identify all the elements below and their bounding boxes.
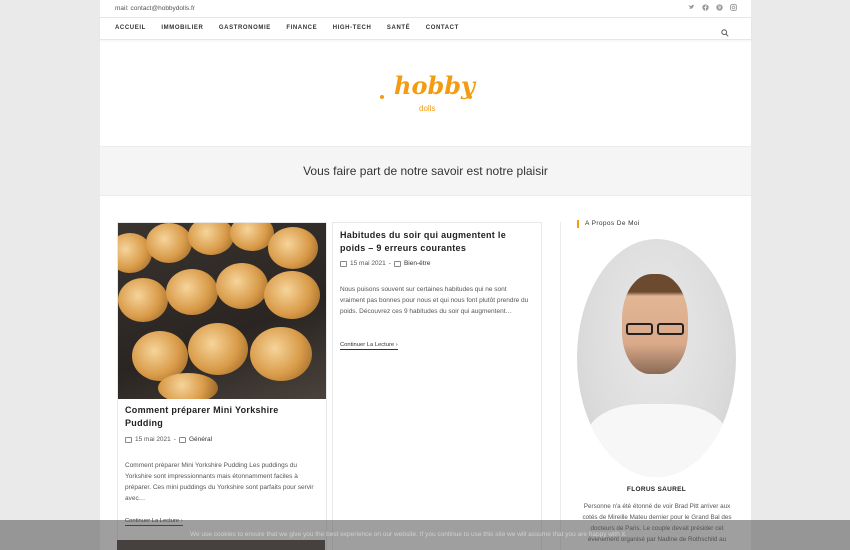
tagline-band: Vous faire part de notre savoir est notr…	[100, 146, 751, 196]
twitter-icon[interactable]	[688, 4, 695, 11]
nav-item-contact[interactable]: CONTACT	[426, 25, 459, 31]
cookie-text: We use cookies to ensure that we give yo…	[190, 531, 627, 538]
main-nav: ACCUEIL IMMOBILIER GASTRONOMIE FINANCE H…	[100, 18, 751, 40]
site-tagline: Vous faire part de notre savoir est notr…	[303, 164, 548, 178]
cookie-banner: We use cookies to ensure that we give yo…	[0, 520, 850, 550]
nav-item-accueil[interactable]: ACCUEIL	[115, 25, 146, 31]
logo-text: hobby	[394, 71, 475, 100]
contact-email[interactable]: mail: contact@hobbydolls.fr	[115, 5, 195, 12]
instagram-icon[interactable]	[730, 4, 737, 11]
nav-item-sante[interactable]: SANTÉ	[387, 25, 410, 31]
social-links	[688, 4, 737, 11]
nav-item-high-tech[interactable]: HIGH-TECH	[333, 25, 372, 31]
page-container: mail: contact@hobbydolls.fr ACCUEIL IMMO…	[100, 0, 751, 550]
nav-item-immobilier[interactable]: IMMOBILIER	[161, 25, 203, 31]
search-icon[interactable]	[721, 24, 729, 37]
nav-item-gastronomie[interactable]: GASTRONOMIE	[219, 25, 271, 31]
logo-dot-left	[380, 95, 384, 99]
nav-item-finance[interactable]: FINANCE	[286, 25, 317, 31]
logo-dot-right	[468, 95, 472, 99]
facebook-icon[interactable]	[702, 4, 709, 11]
pinterest-icon[interactable]	[716, 4, 723, 11]
top-bar: mail: contact@hobbydolls.fr	[100, 0, 751, 18]
site-logo[interactable]: hobby dolls	[380, 70, 475, 118]
site-header: hobby dolls	[100, 40, 751, 146]
logo-subtext: dolls	[419, 104, 436, 113]
